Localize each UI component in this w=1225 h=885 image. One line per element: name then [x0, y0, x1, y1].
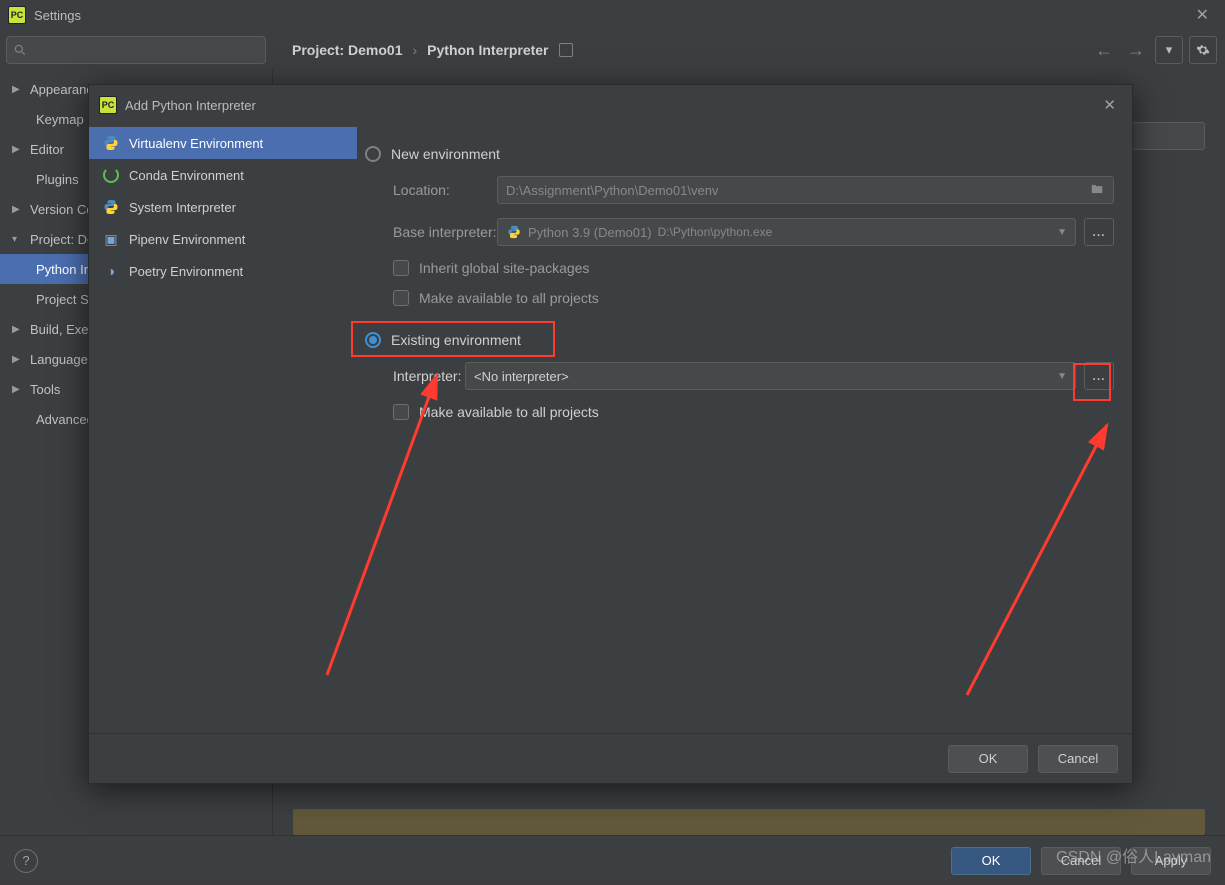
project-badge-icon: [559, 43, 573, 57]
make-available-checkbox-2[interactable]: [393, 404, 409, 420]
env-pipenv[interactable]: ▣ Pipenv Environment: [89, 223, 357, 255]
settings-ok-button[interactable]: OK: [951, 847, 1031, 875]
settings-footer: ? OK Cancel Apply: [0, 835, 1225, 885]
env-label: Pipenv Environment: [129, 232, 245, 247]
dialog-footer: OK Cancel: [89, 733, 1132, 783]
dialog-ok-button[interactable]: OK: [948, 745, 1028, 773]
env-label: System Interpreter: [129, 200, 236, 215]
python-icon: [506, 224, 522, 240]
interpreter-select[interactable]: <No interpreter> ▼: [465, 362, 1076, 390]
dialog-title: Add Python Interpreter: [125, 98, 256, 113]
nav-forward-icon[interactable]: →: [1123, 40, 1149, 61]
gear-icon[interactable]: [1189, 36, 1217, 64]
dropdown-button[interactable]: ▾: [1155, 36, 1183, 64]
close-icon[interactable]: ✕: [1188, 1, 1217, 29]
new-environment-label: New environment: [391, 146, 500, 162]
make-available-row-2[interactable]: Make available to all projects: [365, 397, 1114, 427]
location-label: Location:: [365, 182, 497, 198]
make-available-row-1[interactable]: Make available to all projects: [365, 283, 1114, 313]
make-available-checkbox-1[interactable]: [393, 290, 409, 306]
new-environment-radio-row[interactable]: New environment: [365, 139, 1114, 169]
env-label: Virtualenv Environment: [129, 136, 263, 151]
dialog-close-icon[interactable]: ✕: [1097, 94, 1122, 116]
breadcrumb-project: Project: Demo01: [292, 42, 402, 58]
base-interpreter-label: Base interpreter:: [365, 224, 497, 240]
inherit-checkbox[interactable]: [393, 260, 409, 276]
make-available-label-2: Make available to all projects: [419, 404, 599, 420]
settings-apply-button[interactable]: Apply: [1131, 847, 1211, 875]
base-interpreter-browse-button[interactable]: ...: [1084, 218, 1114, 246]
python-icon: [103, 135, 119, 151]
settings-cancel-button[interactable]: Cancel: [1041, 847, 1121, 875]
breadcrumb-section: Python Interpreter: [427, 42, 548, 58]
base-interpreter-value: Python 3.9 (Demo01): [528, 225, 652, 240]
radio-new-environment[interactable]: [365, 146, 381, 162]
conda-icon: [103, 167, 119, 183]
pipenv-icon: ▣: [103, 231, 119, 247]
breadcrumb: Project: Demo01 › Python Interpreter: [292, 42, 573, 58]
env-conda[interactable]: Conda Environment: [89, 159, 357, 191]
annotation-arrow-right: [957, 415, 1127, 705]
settings-titlebar: PC Settings ✕: [0, 0, 1225, 30]
location-value: D:\Assignment\Python\Demo01\venv: [506, 183, 718, 198]
base-interpreter-select[interactable]: Python 3.9 (Demo01) D:\Python\python.exe…: [497, 218, 1076, 246]
help-icon[interactable]: ?: [14, 849, 38, 873]
pycharm-icon: PC: [8, 6, 26, 24]
settings-search-input[interactable]: [6, 36, 266, 64]
inherit-label: Inherit global site-packages: [419, 260, 589, 276]
dialog-cancel-button[interactable]: Cancel: [1038, 745, 1118, 773]
settings-title: Settings: [34, 8, 81, 23]
pycharm-icon: PC: [99, 96, 117, 114]
nav-back-icon[interactable]: ←: [1091, 40, 1117, 61]
interpreter-browse-button[interactable]: ...: [1084, 362, 1114, 390]
env-poetry[interactable]: ◑ Poetry Environment: [89, 255, 357, 287]
env-virtualenv[interactable]: Virtualenv Environment: [89, 127, 357, 159]
base-interpreter-path: D:\Python\python.exe: [658, 225, 773, 239]
warning-banner: [293, 809, 1205, 835]
folder-icon[interactable]: [1089, 182, 1105, 199]
chevron-down-icon: ▼: [1057, 371, 1067, 382]
existing-environment-label: Existing environment: [391, 332, 521, 348]
environment-form: New environment Location: D:\Assignment\…: [357, 125, 1132, 733]
existing-environment-radio-row[interactable]: Existing environment: [365, 325, 1114, 355]
environment-type-list: Virtualenv Environment Conda Environment…: [89, 125, 357, 733]
python-icon: [103, 199, 119, 215]
radio-existing-environment[interactable]: [365, 332, 381, 348]
env-label: Poetry Environment: [129, 264, 243, 279]
dialog-titlebar: PC Add Python Interpreter ✕: [89, 85, 1132, 125]
location-input[interactable]: D:\Assignment\Python\Demo01\venv: [497, 176, 1114, 204]
add-interpreter-dialog: PC Add Python Interpreter ✕ Virtualenv E…: [88, 84, 1133, 784]
make-available-label-1: Make available to all projects: [419, 290, 599, 306]
chevron-down-icon: ▼: [1057, 227, 1067, 238]
env-label: Conda Environment: [129, 168, 244, 183]
interpreter-value: <No interpreter>: [474, 369, 569, 384]
poetry-icon: ◑: [103, 263, 119, 279]
chevron-right-icon: ›: [412, 42, 417, 58]
inherit-row[interactable]: Inherit global site-packages: [365, 253, 1114, 283]
env-system[interactable]: System Interpreter: [89, 191, 357, 223]
interpreter-label: Interpreter:: [365, 368, 465, 384]
